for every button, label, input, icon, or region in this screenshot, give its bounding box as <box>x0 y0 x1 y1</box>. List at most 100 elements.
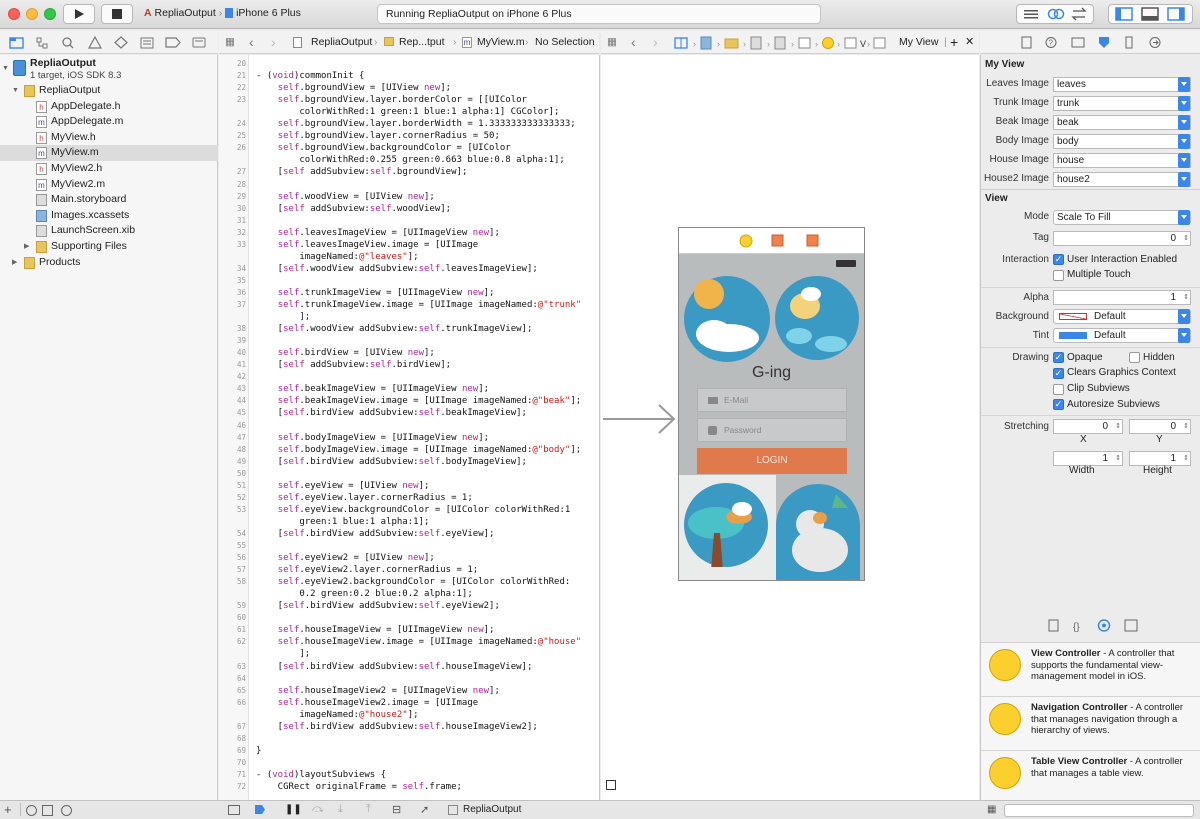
navigator-item-appdelegate-h[interactable]: h AppDelegate.h <box>0 99 218 115</box>
stepper-icon[interactable]: ⇕ <box>1115 420 1121 433</box>
navigator-item-products[interactable]: ▶ Products <box>0 255 218 271</box>
console-toggle-icon[interactable] <box>228 805 240 815</box>
library-item[interactable]: Navigation Controller - A controller tha… <box>981 696 1200 750</box>
chevron-down-icon[interactable] <box>1178 115 1190 130</box>
user-interaction-checkbox[interactable]: ✓ <box>1053 254 1064 265</box>
run-button[interactable] <box>63 4 95 24</box>
grid-view-icon[interactable]: ▦ <box>987 804 996 815</box>
stepper-icon[interactable]: ⇕ <box>1183 420 1189 433</box>
navigator-item-supporting-files[interactable]: ▶ Supporting Files <box>0 239 218 255</box>
chevron-down-icon[interactable] <box>1178 134 1190 149</box>
breadcrumb-project[interactable]: RepliaOutput <box>311 31 372 54</box>
navigator-item-myview-m[interactable]: m MyView.m <box>0 145 218 161</box>
disclosure-icon[interactable]: ▶ <box>24 239 29 255</box>
step-out-icon[interactable]: ⤒ <box>366 803 371 816</box>
pause-icon[interactable]: ❚❚ <box>285 804 302 815</box>
tag-field[interactable]: 0 ⇕ <box>1053 231 1191 246</box>
navigator-item-myview2-m[interactable]: m MyView2.m <box>0 177 218 193</box>
canvas-outline-toggle-icon[interactable] <box>606 780 616 790</box>
disclosure-icon[interactable]: ▼ <box>12 83 19 99</box>
folder-icon <box>24 85 35 97</box>
image-property-combobox[interactable]: trunk <box>1053 96 1191 111</box>
forward-arrow-icon[interactable]: › <box>271 31 276 53</box>
library-item-text: View Controller - A controller that supp… <box>1031 648 1196 683</box>
multiple-touch-checkbox[interactable] <box>1053 270 1064 281</box>
chevron-down-icon[interactable] <box>1178 77 1190 92</box>
alpha-field[interactable]: 1 ⇕ <box>1053 290 1191 305</box>
breakpoints-toggle-icon[interactable] <box>255 805 265 814</box>
location-icon[interactable]: ➚ <box>420 803 429 816</box>
filter-field-icon[interactable] <box>61 805 72 816</box>
related-items-icon[interactable]: ▦ <box>607 31 617 54</box>
zoom-window-button[interactable] <box>44 8 56 20</box>
stretch-x-field[interactable]: 0 ⇕ <box>1053 419 1123 434</box>
stretch-y-field[interactable]: 0 ⇕ <box>1129 419 1191 434</box>
view-toggle-segment[interactable] <box>1108 4 1193 24</box>
project-root[interactable]: ▼ RepliaOutput 1 target, iOS SDK 8.3 <box>2 57 216 85</box>
library-item[interactable]: View Controller - A controller that supp… <box>981 642 1200 696</box>
navigator-item-launchscreen-xib[interactable]: LaunchScreen.xib <box>0 223 218 239</box>
clears-context-checkbox[interactable]: ✓ <box>1053 368 1064 379</box>
navigator-item-appdelegate-m[interactable]: m AppDelegate.m <box>0 114 218 130</box>
scheme-selector[interactable]: A RepliaOutput › iPhone 6 Plus <box>144 7 301 19</box>
stretch-height-field[interactable]: 1 ⇕ <box>1129 451 1191 466</box>
add-file-icon[interactable]: + <box>4 802 12 817</box>
navigator-item-images-xcassets[interactable]: Images.xcassets <box>0 208 218 224</box>
recent-files-icon[interactable] <box>26 805 37 816</box>
stepper-icon[interactable]: ⇕ <box>1183 452 1189 465</box>
breadcrumb-file[interactable]: MyView.m <box>477 31 525 54</box>
related-items-icon[interactable]: ▦ <box>225 31 235 54</box>
autoresize-checkbox[interactable]: ✓ <box>1053 399 1064 410</box>
navigator-item-label: Supporting Files <box>51 240 127 252</box>
clip-subviews-checkbox[interactable] <box>1053 384 1064 395</box>
hidden-checkbox[interactable] <box>1129 352 1140 363</box>
step-into-icon[interactable]: ⤓ <box>338 803 343 816</box>
image-property-combobox[interactable]: house2 <box>1053 172 1191 187</box>
step-over-icon[interactable]: ⤼ <box>312 803 324 816</box>
scene-view-controller[interactable]: G-ing E-Mail Password LOGIN <box>678 227 865 583</box>
content-mode-select[interactable]: Scale To Fill <box>1053 210 1191 225</box>
navigator-item-repliaoutput[interactable]: ▼ RepliaOutput <box>0 83 218 99</box>
image-property-value: body <box>1057 136 1079 147</box>
back-arrow-icon[interactable]: ‹ <box>631 31 636 53</box>
navigator-item-main-storyboard[interactable]: Main.storyboard <box>0 192 218 208</box>
tint-color-select[interactable]: Default <box>1053 328 1191 343</box>
stop-button[interactable] <box>101 4 133 24</box>
login-button[interactable]: LOGIN <box>697 448 847 474</box>
add-assistant-icon[interactable]: + <box>950 31 958 54</box>
chevron-down-icon[interactable] <box>1178 96 1190 111</box>
image-property-combobox[interactable]: body <box>1053 134 1191 149</box>
breadcrumb-symbol[interactable]: No Selection <box>535 31 595 54</box>
source-editor[interactable]: 20 21 22 23 24 25 26 27 28 29 30 31 32 33 34 35 36 37 38 39… <box>219 55 600 800</box>
editor-mode-segment[interactable] <box>1016 4 1094 24</box>
chevron-down-icon[interactable] <box>1178 153 1190 168</box>
line-number: 70 <box>236 757 246 767</box>
stepper-icon[interactable]: ⇕ <box>1183 232 1189 245</box>
email-field[interactable]: E-Mail <box>697 388 847 412</box>
close-assistant-icon[interactable]: ✕ <box>965 31 974 54</box>
stepper-icon[interactable]: ⇕ <box>1183 291 1189 304</box>
stepper-icon[interactable]: ⇕ <box>1115 452 1121 465</box>
image-property-combobox[interactable]: house <box>1053 153 1191 168</box>
library-item[interactable]: Table View Controller - A controller tha… <box>981 750 1200 804</box>
forward-arrow-icon[interactable]: › <box>653 31 658 53</box>
close-window-button[interactable] <box>8 8 20 20</box>
password-field[interactable]: Password <box>697 418 847 442</box>
disclosure-icon[interactable]: ▶ <box>12 255 17 271</box>
stretch-width-field[interactable]: 1 ⇕ <box>1053 451 1123 466</box>
image-property-combobox[interactable]: beak <box>1053 115 1191 130</box>
background-color-select[interactable]: Default <box>1053 309 1191 324</box>
image-property-combobox[interactable]: leaves <box>1053 77 1191 92</box>
source-control-filter-icon[interactable] <box>42 805 53 816</box>
opaque-checkbox[interactable]: ✓ <box>1053 352 1064 363</box>
library-filter-field[interactable] <box>1004 804 1194 817</box>
chevron-down-icon[interactable] <box>1178 172 1190 187</box>
back-arrow-icon[interactable]: ‹ <box>249 31 254 53</box>
navigator-item-myview-h[interactable]: h MyView.h <box>0 130 218 146</box>
minimize-window-button[interactable] <box>26 8 38 20</box>
assistant-current-item[interactable]: My View <box>899 31 938 54</box>
code-line: colorWithRed:1 green:1 blue:1 alpha:1] C… <box>256 107 560 118</box>
breadcrumb-group[interactable]: Rep...tput <box>399 31 445 54</box>
view-debugger-icon[interactable]: ⊟ <box>392 803 401 816</box>
navigator-item-myview2-h[interactable]: h MyView2.h <box>0 161 218 177</box>
